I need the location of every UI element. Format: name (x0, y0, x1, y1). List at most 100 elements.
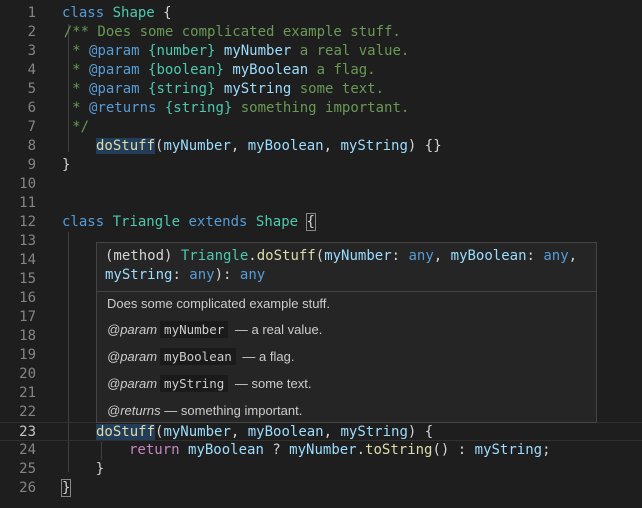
doc-tag: @returns (107, 403, 161, 418)
line-number: 14 (19, 252, 36, 268)
signature-param: myNumber (324, 248, 392, 264)
comment: /** Does some complicated example stuff. (30, 24, 401, 40)
line-number: 12 (19, 214, 36, 230)
punctuation: { (154, 5, 172, 21)
doc-param-name: myString (160, 375, 229, 392)
line-number: 23 (19, 424, 36, 440)
jsdoc-param: myNumber (223, 43, 292, 59)
parameter: myBoolean (247, 424, 324, 440)
comment: something important. (232, 100, 410, 116)
doc-param-desc: — a real value. (234, 322, 323, 337)
code-line[interactable]: 12 class Triangle extends Shape { (0, 213, 642, 232)
signature-param: myBoolean (450, 248, 527, 264)
class-name: Shape (255, 214, 299, 230)
line-number: 25 (19, 461, 36, 477)
line-number: 13 (19, 233, 36, 249)
comment: */ (30, 119, 90, 135)
punctuation: ) {} (407, 138, 442, 154)
doc-param-name: myBoolean (160, 348, 236, 365)
jsdoc-param: myString (223, 81, 292, 97)
signature-return-type: any (239, 267, 266, 283)
doc-tag: @param (107, 322, 158, 337)
line-number: 15 (19, 271, 36, 287)
method-name-highlighted[interactable]: doStuff (96, 138, 156, 154)
matching-bracket: } (60, 479, 72, 497)
hover-tooltip[interactable]: (method) Triangle.doStuff(myNumber: any,… (96, 242, 597, 423)
jsdoc-tag: @param (89, 62, 140, 78)
jsdoc-param: myBoolean (232, 62, 309, 78)
code-line[interactable]: 10 (0, 175, 642, 194)
method-name-highlighted[interactable]: doStuff (96, 424, 156, 440)
identifier: myNumber (289, 442, 357, 458)
code-line[interactable]: 25 } (0, 460, 642, 479)
comment: some text. (291, 81, 385, 97)
line-number: 22 (19, 404, 36, 420)
doc-param-desc: — some text. (234, 376, 312, 391)
line-number: 11 (19, 195, 36, 211)
comment: a flag. (308, 62, 376, 78)
punctuation: } (62, 461, 105, 477)
class-name: Shape (112, 5, 155, 21)
signature-param: myString (105, 267, 173, 283)
jsdoc-type: {number} (139, 43, 224, 59)
line-number: 24 (19, 442, 36, 458)
code-line[interactable]: 8 doStuff(myNumber, myBoolean, myString)… (0, 137, 642, 156)
punctuation: } (62, 157, 71, 173)
doc-param: @param myBoolean — a flag. (107, 348, 295, 365)
jsdoc-type: {string} (156, 100, 233, 116)
comment: * (30, 43, 90, 59)
keyword: class (62, 5, 105, 21)
code-line[interactable]: 6 * @returns {string} something importan… (0, 99, 642, 118)
line-number: 19 (19, 347, 36, 363)
code-line[interactable]: 5 * @param {string} myString some text. (0, 80, 642, 99)
punctuation: ) { (407, 424, 434, 440)
doc-returns-desc: — something important. (164, 403, 303, 418)
code-line[interactable]: 1 class Shape { (0, 4, 642, 23)
doc-param-desc: — a flag. (242, 349, 295, 364)
code-line[interactable]: 9 } (0, 156, 642, 175)
line-number: 21 (19, 385, 36, 401)
doc-param-name: myNumber (160, 321, 229, 338)
signature-class: Triangle (180, 248, 249, 264)
doc-param: @param myString — some text. (107, 375, 312, 392)
code-line[interactable]: 7 */ (0, 118, 642, 137)
doc-returns: @returns — something important. (107, 403, 302, 419)
code-line[interactable]: 2 /** Does some complicated example stuf… (0, 23, 642, 42)
matching-bracket: { (305, 213, 317, 231)
signature-type: any (543, 248, 569, 264)
signature-type: any (408, 248, 434, 264)
comment: * (30, 62, 90, 78)
identifier: myBoolean (188, 442, 264, 458)
parameter: myNumber (163, 138, 231, 154)
line-number: 17 (19, 309, 36, 325)
parameter: myNumber (163, 424, 231, 440)
code-line[interactable]: 11 (0, 194, 642, 213)
line-number: 20 (19, 366, 36, 382)
jsdoc-type: {boolean} (139, 62, 233, 78)
parameter: myString (340, 138, 408, 154)
code-line-current[interactable]: 23 doStuff(myNumber, myBoolean, myString… (0, 422, 642, 441)
parameter: myBoolean (247, 138, 324, 154)
signature-type: any (189, 267, 215, 283)
parameter: myString (340, 424, 408, 440)
comment: * (30, 81, 90, 97)
keyword-return: return (129, 442, 180, 458)
comment: * (30, 100, 90, 116)
code-line[interactable]: 4 * @param {boolean} myBoolean a flag. (0, 61, 642, 80)
jsdoc-tag: @returns (89, 100, 157, 116)
keyword: class (62, 214, 105, 230)
method-call: toString (365, 442, 433, 458)
line-number: 9 (27, 157, 36, 173)
line-number: 26 (19, 480, 36, 496)
signature-method: doStuff (256, 248, 316, 264)
identifier: myString (474, 442, 543, 458)
operator: () : (432, 442, 475, 458)
code-line[interactable]: 26 } (0, 479, 642, 498)
punctuation: ; (542, 442, 551, 458)
code-line[interactable]: 3 * @param {number} myNumber a real valu… (0, 42, 642, 61)
code-line[interactable]: 24 return myBoolean ? myNumber.toString(… (0, 441, 642, 460)
doc-description: Does some complicated example stuff. (107, 296, 331, 311)
method-signature: (method) Triangle.doStuff(myNumber: any,… (97, 243, 596, 292)
jsdoc-type: {string} (139, 81, 224, 97)
code-editor[interactable]: 1 class Shape { 2 /** Does some complica… (0, 0, 642, 508)
